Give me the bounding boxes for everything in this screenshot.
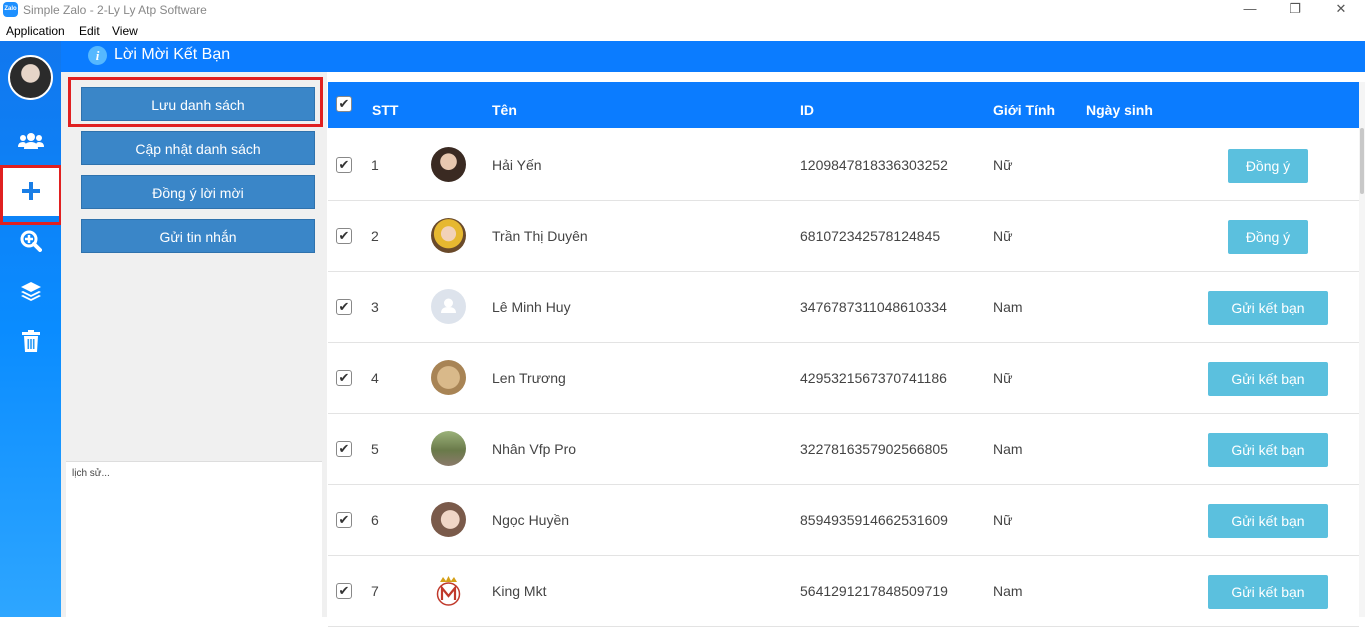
send-message-button[interactable]: Gửi tin nhắn — [81, 219, 315, 253]
row-stt: 3 — [371, 299, 379, 315]
row-gender: Nam — [993, 441, 1023, 457]
menu-bar: Application Edit View — [0, 20, 1365, 41]
row-name: Nhân Vfp Pro — [492, 441, 577, 457]
table-row: ✔ 2 Trần Thị Duyên 681072342578124845 Nữ… — [328, 201, 1359, 272]
header-gender: Giới Tính — [993, 102, 1056, 118]
row-id: 4295321567370741186 — [800, 370, 947, 386]
accept-button[interactable]: Đồng ý — [1228, 220, 1308, 254]
friend-avatar — [431, 360, 466, 395]
row-gender: Nữ — [993, 512, 1013, 528]
row-name: Hải Yến — [492, 157, 542, 173]
highlight-box-save — [68, 77, 323, 127]
menu-application[interactable]: Application — [6, 24, 65, 38]
sidebar — [0, 41, 61, 617]
search-plus-icon — [20, 230, 42, 252]
row-stt: 6 — [371, 512, 379, 528]
row-checkbox[interactable]: ✔ — [336, 299, 352, 315]
friend-avatar — [431, 147, 466, 182]
send-request-button[interactable]: Gửi kết bạn — [1208, 575, 1328, 609]
friend-avatar — [431, 218, 466, 253]
row-id: 1209847818336303252 — [800, 157, 948, 173]
send-request-button[interactable]: Gửi kết bạn — [1208, 362, 1328, 396]
row-gender: Nữ — [993, 157, 1013, 173]
send-request-button[interactable]: Gửi kết bạn — [1208, 504, 1328, 538]
header-birthday: Ngày sinh — [1086, 102, 1153, 118]
zalo-app-icon: Zalo — [3, 2, 18, 17]
row-gender: Nam — [993, 583, 1023, 599]
table-row: ✔ 6 Ngọc Huyền 8594935914662531609 Nữ Gử… — [328, 485, 1359, 556]
row-id: 3227816357902566805 — [800, 441, 948, 457]
minimize-button[interactable]: — — [1227, 0, 1273, 20]
info-icon: i — [88, 46, 107, 65]
page-header: i Lời Mời Kết Bạn — [61, 41, 1365, 72]
row-stt: 4 — [371, 370, 379, 386]
menu-edit[interactable]: Edit — [79, 24, 100, 38]
header-name: Tên — [492, 102, 517, 118]
row-stt: 7 — [371, 583, 379, 599]
crown-logo-avatar — [431, 573, 466, 608]
row-name: Ngọc Huyền — [492, 512, 570, 528]
highlight-box-sidebar — [0, 165, 62, 225]
action-panel: Lưu danh sách Cập nhật danh sách Đồng ý … — [61, 72, 327, 617]
row-id: 681072342578124845 — [800, 228, 941, 244]
send-request-button[interactable]: Gửi kết bạn — [1208, 433, 1328, 467]
accept-invites-button[interactable]: Đồng ý lời mời — [81, 175, 315, 209]
row-gender: Nam — [993, 299, 1023, 315]
header-stt: STT — [372, 102, 399, 118]
accept-button[interactable]: Đồng ý — [1228, 149, 1308, 183]
user-avatar[interactable] — [8, 55, 53, 100]
select-all-checkbox[interactable]: ✔ — [336, 96, 352, 112]
window-title: Simple Zalo - 2-Ly Ly Atp Software — [23, 3, 207, 17]
update-list-button[interactable]: Cập nhật danh sách — [81, 131, 315, 165]
layers-icon — [20, 282, 41, 301]
row-stt: 1 — [371, 157, 379, 173]
table-row: ✔ 7 King Mkt 5641291217848509719 Nam Gửi… — [328, 556, 1359, 627]
send-request-button[interactable]: Gửi kết bạn — [1208, 291, 1328, 325]
sidebar-item-delete[interactable] — [0, 316, 61, 366]
row-id: 5641291217848509719 — [800, 583, 948, 599]
row-checkbox[interactable]: ✔ — [336, 512, 352, 528]
table-row: ✔ 1 Hải Yến 1209847818336303252 Nữ Đồng … — [328, 130, 1359, 201]
menu-view[interactable]: View — [112, 24, 138, 38]
table-row: ✔ 4 Len Trương 4295321567370741186 Nữ Gử… — [328, 343, 1359, 414]
close-button[interactable]: ✕ — [1318, 0, 1364, 20]
row-gender: Nữ — [993, 228, 1013, 244]
row-id: 8594935914662531609 — [800, 512, 948, 528]
history-placeholder: lịch sử... — [72, 468, 110, 479]
row-stt: 2 — [371, 228, 379, 244]
sidebar-item-layers[interactable] — [0, 266, 61, 316]
friend-avatar — [431, 431, 466, 466]
row-checkbox[interactable]: ✔ — [336, 228, 352, 244]
row-name: King Mkt — [492, 583, 547, 599]
row-name: Trần Thị Duyên — [492, 228, 588, 244]
row-checkbox[interactable]: ✔ — [336, 441, 352, 457]
title-bar: Zalo Simple Zalo - 2-Ly Ly Atp Software … — [0, 0, 1365, 20]
row-id: 3476787311048610334 — [800, 299, 947, 315]
row-checkbox[interactable]: ✔ — [336, 157, 352, 173]
row-name: Lê Minh Huy — [492, 299, 571, 315]
table-row: ✔ 3 Lê Minh Huy 3476787311048610334 Nam … — [328, 272, 1359, 343]
page-title: Lời Mời Kết Bạn — [114, 46, 231, 63]
table-row: ✔ 5 Nhân Vfp Pro 3227816357902566805 Nam… — [328, 414, 1359, 485]
trash-icon — [21, 330, 40, 352]
table-header: ✔ STT Tên ID Giới Tính Ngày sinh — [328, 82, 1359, 128]
history-log[interactable]: lịch sử... — [66, 461, 322, 617]
row-checkbox[interactable]: ✔ — [336, 370, 352, 386]
scrollbar-thumb[interactable] — [1360, 128, 1364, 194]
row-gender: Nữ — [993, 370, 1013, 386]
header-id: ID — [800, 102, 814, 118]
default-avatar-icon — [431, 289, 466, 324]
row-checkbox[interactable]: ✔ — [336, 583, 352, 599]
restore-button[interactable]: ❐ — [1272, 0, 1318, 20]
users-icon — [17, 133, 44, 149]
sidebar-item-friends[interactable] — [0, 116, 61, 166]
row-stt: 5 — [371, 441, 379, 457]
row-name: Len Trương — [492, 370, 566, 386]
invite-table: ✔ STT Tên ID Giới Tính Ngày sinh ✔ 1 Hải… — [328, 82, 1359, 627]
friend-avatar — [431, 502, 466, 537]
